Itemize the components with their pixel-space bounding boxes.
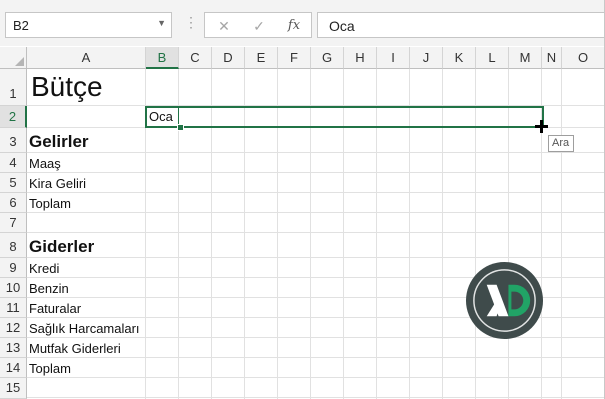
cell-a5[interactable]: Kira Geliri: [29, 176, 86, 191]
column-header-d[interactable]: D: [212, 47, 245, 69]
name-box-value: B2: [13, 18, 29, 33]
autofill-tooltip: Ara: [548, 135, 575, 152]
xd-logo: [465, 261, 544, 340]
cell-a10[interactable]: Benzin: [29, 281, 69, 296]
row-header-1[interactable]: 1: [0, 69, 27, 106]
column-header-m[interactable]: M: [509, 47, 542, 69]
row-header-10[interactable]: 10: [0, 278, 27, 298]
column-header-l[interactable]: L: [476, 47, 509, 69]
row-header-8[interactable]: 8: [0, 233, 27, 258]
row-header-15[interactable]: 15: [0, 378, 27, 399]
name-box[interactable]: B2 ▼: [5, 12, 172, 38]
column-header-n[interactable]: N: [542, 47, 562, 69]
row-header-7[interactable]: 7: [0, 213, 27, 233]
column-header-c[interactable]: C: [179, 47, 212, 69]
formula-input-value: Oca: [329, 18, 355, 34]
cell-a8[interactable]: Giderler: [29, 237, 94, 257]
cell-a9[interactable]: Kredi: [29, 261, 59, 276]
column-header-f[interactable]: F: [278, 47, 311, 69]
row-header-9[interactable]: 9: [0, 258, 27, 278]
row-header-14[interactable]: 14: [0, 358, 27, 378]
cell-a6[interactable]: Toplam: [29, 196, 71, 211]
selection-range[interactable]: [145, 106, 544, 128]
crosshair-icon: [535, 120, 548, 133]
column-header-g[interactable]: G: [311, 47, 344, 69]
row-header-13[interactable]: 13: [0, 338, 27, 358]
row-header-12[interactable]: 12: [0, 318, 27, 338]
row-header-6[interactable]: 6: [0, 193, 27, 213]
row-header-4[interactable]: 4: [0, 153, 27, 173]
column-header-e[interactable]: E: [245, 47, 278, 69]
cell-a14[interactable]: Toplam: [29, 361, 71, 376]
cell-a4[interactable]: Maaş: [29, 156, 61, 171]
column-header-j[interactable]: J: [410, 47, 443, 69]
cell-b2[interactable]: Oca: [149, 109, 173, 124]
column-header-i[interactable]: I: [377, 47, 410, 69]
chevron-down-icon[interactable]: ▼: [157, 18, 166, 28]
select-all-button[interactable]: [0, 47, 27, 69]
column-header-a[interactable]: A: [27, 47, 146, 69]
cell-grid[interactable]: Bütçe Gelirler Maaş Kira Geliri Toplam G…: [27, 69, 605, 399]
excel-window: B2 ▼ ⋮ ✕ ✓ fx Oca A B C D E F G H I J K …: [0, 0, 605, 399]
column-header-h[interactable]: H: [344, 47, 377, 69]
more-options-icon[interactable]: ⋮: [184, 14, 199, 31]
formula-buttons: ✕ ✓ fx: [204, 12, 312, 38]
column-header-k[interactable]: K: [443, 47, 476, 69]
check-icon[interactable]: ✓: [246, 16, 272, 36]
cell-a12[interactable]: Sağlık Harcamaları: [29, 321, 140, 336]
row-header-11[interactable]: 11: [0, 298, 27, 318]
cell-a11[interactable]: Faturalar: [29, 301, 81, 316]
cell-a3[interactable]: Gelirler: [29, 132, 89, 152]
formula-input[interactable]: Oca: [317, 12, 605, 38]
fx-icon[interactable]: fx: [281, 16, 307, 36]
fill-handle[interactable]: [177, 124, 184, 131]
cell-a13[interactable]: Mutfak Giderleri: [29, 341, 121, 356]
close-icon[interactable]: ✕: [211, 16, 237, 36]
column-header-b[interactable]: B: [146, 47, 179, 69]
row-header-5[interactable]: 5: [0, 173, 27, 193]
row-header-2[interactable]: 2: [0, 106, 27, 128]
formula-bar: B2 ▼ ⋮ ✕ ✓ fx Oca: [0, 0, 605, 46]
row-header-3[interactable]: 3: [0, 128, 27, 153]
cell-a1-title[interactable]: Bütçe: [31, 71, 103, 103]
column-header-o[interactable]: O: [562, 47, 605, 69]
